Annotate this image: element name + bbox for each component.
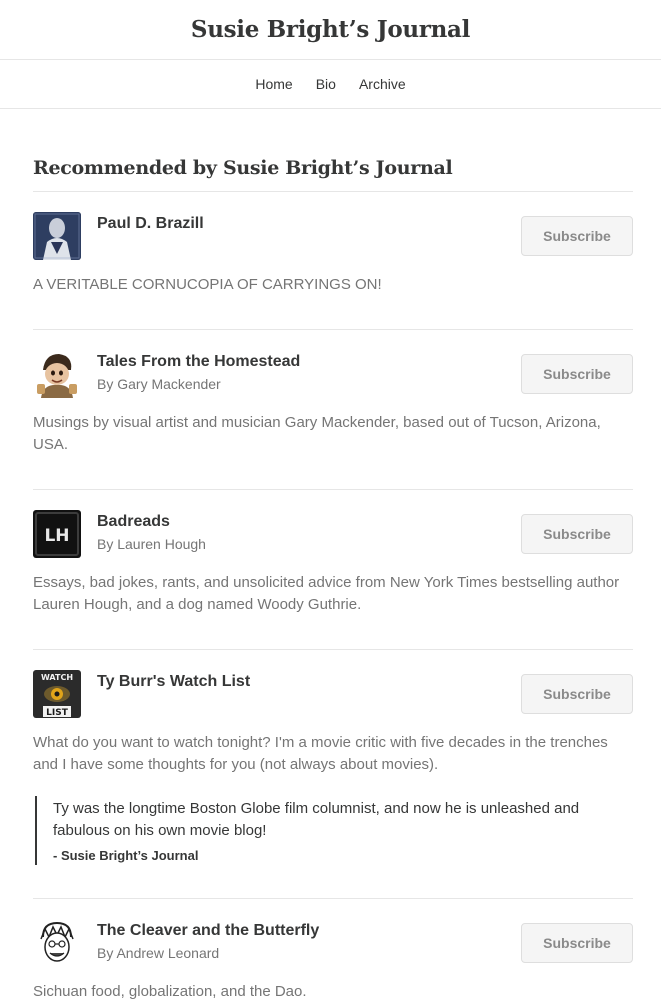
site-header: Susie Bright’s Journal (0, 0, 661, 60)
recommendation-quote: Ty was the longtime Boston Globe film co… (35, 796, 633, 865)
publication-description: Essays, bad jokes, rants, and unsolicite… (33, 574, 620, 613)
main-content: Recommended by Susie Bright’s Journal Pa… (0, 109, 661, 1005)
subscribe-button[interactable]: Subscribe (521, 216, 633, 256)
paul-brazill-avatar[interactable] (33, 212, 81, 260)
nav-home-link[interactable]: Home (255, 76, 292, 92)
subscribe-button[interactable]: Subscribe (521, 354, 633, 394)
recommendation-item: LH Badreads By Lauren Hough Subscribe Es… (33, 490, 633, 650)
recommendation-item: Paul D. Brazill Subscribe A VERITABLE CO… (33, 192, 633, 330)
watch-list-logo[interactable]: WATCH LIST (33, 670, 81, 718)
site-title[interactable]: Susie Bright’s Journal (191, 16, 470, 43)
publication-description: Sichuan food, globalization, and the Dao… (33, 983, 307, 1000)
watch-list-top-text: WATCH (41, 673, 73, 682)
publication-name[interactable]: Ty Burr's Watch List (97, 673, 521, 691)
watch-list-bottom-text: LIST (46, 708, 69, 718)
publication-name[interactable]: The Cleaver and the Butterfly (97, 922, 521, 940)
cleaver-avatar[interactable] (33, 919, 81, 967)
recommendation-item: Tales From the Homestead By Gary Mackend… (33, 330, 633, 490)
lh-logo-text: LH (44, 526, 69, 546)
quote-attribution: - Susie Bright’s Journal (53, 848, 199, 863)
section-title: Recommended by Susie Bright’s Journal (33, 157, 633, 192)
recommendation-item: The Cleaver and the Butterfly By Andrew … (33, 899, 633, 1005)
publication-description: What do you want to watch tonight? I'm a… (33, 734, 608, 773)
main-nav: Home Bio Archive (0, 60, 661, 109)
quote-text: Ty was the longtime Boston Globe film co… (53, 800, 580, 839)
publication-name[interactable]: Paul D. Brazill (97, 215, 521, 233)
publication-name[interactable]: Badreads (97, 513, 521, 531)
lh-logo[interactable]: LH (33, 510, 81, 558)
publication-author: By Andrew Leonard (97, 945, 220, 961)
nav-archive-link[interactable]: Archive (359, 76, 406, 92)
subscribe-button[interactable]: Subscribe (521, 674, 633, 714)
subscribe-button[interactable]: Subscribe (521, 514, 633, 554)
recommendation-item: WATCH LIST Ty Burr's Watch List Subscrib… (33, 650, 633, 899)
nav-bio-link[interactable]: Bio (316, 76, 336, 92)
publication-description: A VERITABLE CORNUCOPIA OF CARRYINGS ON! (33, 276, 382, 293)
publication-name[interactable]: Tales From the Homestead (97, 353, 521, 371)
publication-author: By Gary Mackender (97, 376, 221, 392)
homestead-avatar[interactable] (33, 350, 81, 398)
publication-description: Musings by visual artist and musician Ga… (33, 414, 601, 453)
subscribe-button[interactable]: Subscribe (521, 923, 633, 963)
publication-author: By Lauren Hough (97, 536, 206, 552)
